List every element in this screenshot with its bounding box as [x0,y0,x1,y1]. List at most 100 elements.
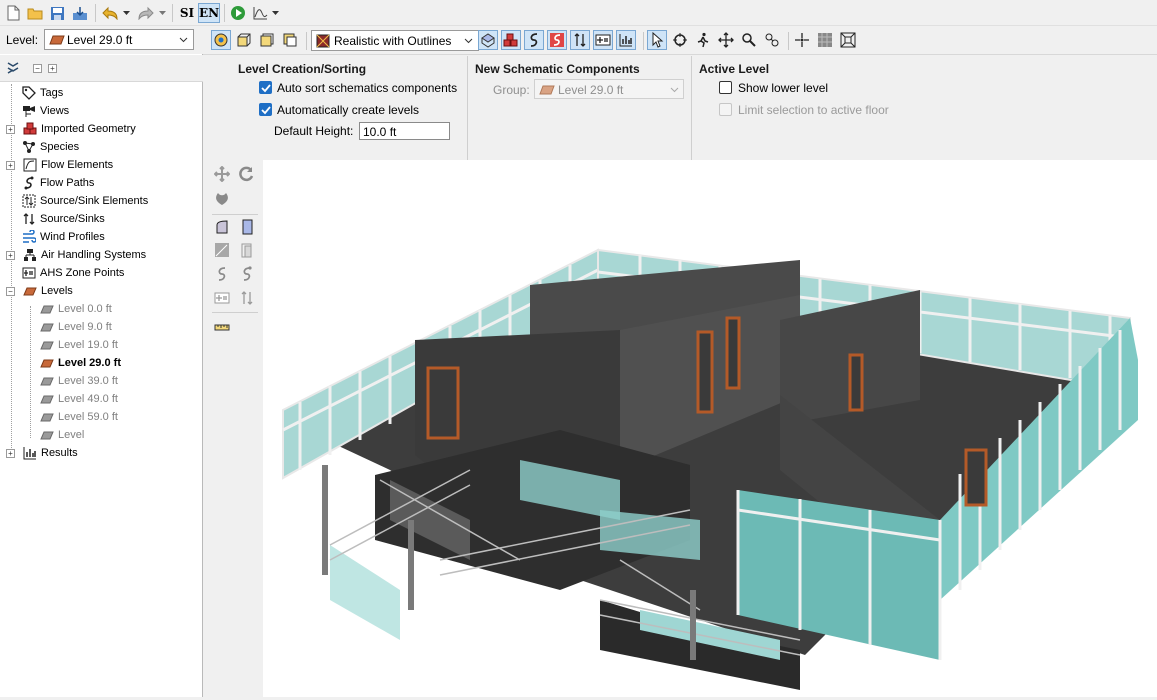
select-tool-button[interactable] [647,30,667,50]
undo-icon[interactable] [100,3,120,23]
3d-viewport[interactable] [263,160,1157,697]
expand-icon[interactable]: + [6,160,15,170]
save-icon[interactable] [48,3,66,23]
draw-flow-path-icon[interactable] [212,264,232,284]
tree-item-species[interactable]: Species [8,138,79,156]
auto-create-levels-label: Automatically create levels [277,103,420,117]
toggle-flow-paths-button[interactable] [524,30,544,50]
draw-ahs-point-icon[interactable] [212,288,232,308]
level-dropdown[interactable]: Level 29.0 ft [44,29,194,50]
tree-item-flow-elements[interactable]: + Flow Elements [6,156,114,174]
tree-item-imported-geometry[interactable]: + Imported Geometry [6,120,136,138]
run-simulation-icon[interactable] [229,3,247,23]
flow-paths-icon [24,176,34,190]
draw-flow-path-alt-icon[interactable] [237,264,257,284]
auto-create-levels-checkbox[interactable] [259,103,272,116]
tree-item-results[interactable]: + Results [6,444,78,462]
chevron-down-icon [179,37,188,43]
tree-item-level[interactable]: Level 49.0 ft [40,390,118,408]
grid-view-button[interactable] [815,30,835,50]
front-view-button[interactable] [257,30,277,50]
toggle-flow-elements-button[interactable] [547,30,567,50]
tree-item-level[interactable]: Level 0.0 ft [40,300,112,318]
tree-item-label: Source/Sink Elements [40,195,149,207]
draw-source-sink-icon[interactable] [237,288,257,308]
auto-sort-checkbox[interactable] [259,81,272,94]
orbit-tool-button[interactable] [670,30,690,50]
measure-tool-icon[interactable] [212,317,232,337]
render-mode-dropdown[interactable]: Realistic with Outlines [311,30,479,51]
tree-item-level[interactable]: Level 59.0 ft [40,408,118,426]
rotate-tool-icon[interactable] [237,164,257,184]
group-dropdown[interactable]: Level 29.0 ft [534,79,684,99]
tree-item-views[interactable]: Views [8,102,69,120]
ahs-zone-points-icon [595,34,611,46]
tree-item-air-handling-systems[interactable]: + Air Handling Systems [6,246,146,264]
center-view-button[interactable] [792,30,812,50]
tree-item-wind-profiles[interactable]: Wind Profiles [8,228,105,246]
draw-wall-tool-icon[interactable] [212,217,232,237]
fit-view-button[interactable] [838,30,858,50]
show-lower-level-checkbox[interactable] [719,81,732,94]
tree-item-level-active[interactable]: Level 29.0 ft [40,354,121,372]
si-units-button[interactable]: SI [177,3,197,23]
limit-selection-checkbox[interactable] [719,103,732,116]
tag-icon [22,86,36,100]
tree-item-label: AHS Zone Points [40,267,125,279]
toggle-ahs-zone-points-button[interactable] [593,30,613,50]
merge-tool-icon[interactable] [212,189,232,209]
expand-all-button[interactable]: + [48,64,57,73]
undo-dropdown-icon[interactable] [121,3,131,23]
zoom-region-button[interactable] [762,30,782,50]
toggle-walls-button[interactable] [478,30,498,50]
walk-icon [697,32,709,48]
pan-tool-button[interactable] [716,30,736,50]
tree-item-tags[interactable]: Tags [8,84,63,102]
toggle-source-sinks-button[interactable] [570,30,590,50]
tree-item-level[interactable]: Level [40,426,84,444]
tree-item-levels[interactable]: − Levels [6,282,73,300]
imported-geometry-icon [23,122,37,135]
new-file-icon[interactable] [4,3,22,23]
results-plot-icon[interactable] [251,3,269,23]
walk-tool-button[interactable] [693,30,713,50]
tree-item-label: Level 0.0 ft [58,303,112,315]
draw-fill-tool-icon[interactable] [212,240,232,260]
expand-icon[interactable]: + [6,448,15,458]
default-height-label: Default Height: [274,124,354,138]
toggle-results-button[interactable] [616,30,636,50]
draw-door-tool-icon[interactable] [237,240,257,260]
tree-item-level[interactable]: Level 19.0 ft [40,336,118,354]
zoom-tool-button[interactable] [739,30,759,50]
expand-icon[interactable]: + [6,250,15,260]
collapse-icon[interactable]: − [6,286,15,296]
move-tool-icon[interactable] [212,164,232,184]
select-view-button[interactable] [211,30,231,50]
render-mode-value: Realistic with Outlines [334,34,452,48]
group-dropdown-value: Level 29.0 ft [558,83,624,97]
tree-item-label: Flow Elements [41,159,114,171]
tree-item-level[interactable]: Level 9.0 ft [40,318,112,336]
import-icon[interactable] [70,3,90,23]
tree-item-source-sink-elements[interactable]: Source/Sink Elements [8,192,148,210]
open-folder-icon[interactable] [26,3,44,23]
redo-icon[interactable] [136,3,156,23]
plot-dropdown-icon[interactable] [270,3,280,23]
en-units-button[interactable]: EN [198,3,220,23]
show-lower-level-label: Show lower level [738,81,829,95]
redo-dropdown-icon[interactable] [157,3,167,23]
tree-item-level[interactable]: Level 39.0 ft [40,372,118,390]
view-target-icon [214,33,228,47]
side-view-button[interactable] [280,30,300,50]
render-mode-icon [316,34,330,48]
tree-view-icon[interactable] [5,60,21,76]
default-height-input[interactable]: 10.0 ft [359,122,450,140]
expand-icon[interactable]: + [6,124,15,134]
box-view-button[interactable] [234,30,254,50]
toggle-imported-geometry-button[interactable] [501,30,521,50]
tree-item-ahs-zone-points[interactable]: AHS Zone Points [8,264,124,282]
tree-item-flow-paths[interactable]: Flow Paths [8,174,94,192]
collapse-all-button[interactable]: − [33,64,42,73]
draw-rect-tool-icon[interactable] [237,217,257,237]
tree-item-source-sinks[interactable]: Source/Sinks [8,210,105,228]
